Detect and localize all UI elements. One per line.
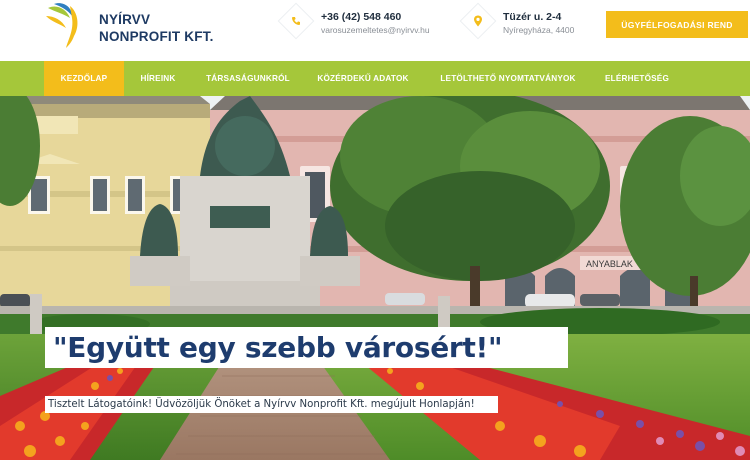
brand-name-line2: NONPROFIT KFT.: [99, 29, 214, 44]
brand-name-line1: NYÍRVV: [99, 12, 151, 27]
nav-item-home[interactable]: KEZDŐLAP: [44, 61, 124, 96]
brand-name[interactable]: NYÍRVV NONPROFIT KFT.: [99, 11, 214, 45]
address-street: Tüzér u. 2-4: [503, 11, 562, 23]
hero-subline: Tisztelt Látogatóink! Üdvözöljük Önöket …: [45, 396, 498, 413]
site-header: NYÍRVV NONPROFIT KFT. +36 (42) 548 460 v…: [0, 0, 750, 60]
nav-item-contact[interactable]: ELÉRHETŐSÉG: [597, 61, 677, 96]
email-address[interactable]: varosuzemeltetes@nyirvv.hu: [321, 25, 430, 35]
nav-item-public-data[interactable]: KÖZÉRDEKŰ ADATOK: [311, 61, 415, 96]
office-hours-button[interactable]: ÜGYFÉLFOGADÁSI REND: [606, 11, 748, 38]
nav-item-downloads[interactable]: LETÖLTHETŐ NYOMTATVÁNYOK: [428, 61, 588, 96]
phone-icon: [283, 8, 309, 34]
hero-subline-text: Tisztelt Látogatóink! Üdvözöljük Önöket …: [48, 399, 475, 410]
nyirvv-logo[interactable]: [44, 2, 86, 50]
hero-headline: "Együtt egy szebb városért!": [45, 327, 568, 368]
shop-sign: ANYABLAK: [586, 259, 633, 269]
hero-headline-text: "Együtt egy szebb városért!": [53, 331, 503, 364]
location-pin-icon: [465, 8, 491, 34]
hero-banner: ANYABLAK "Együtt egy szebb városért!" Ti…: [0, 96, 750, 460]
main-nav: KEZDŐLAP HÍREINK TÁRSASÁGUNKRÓL KÖZÉRDEK…: [0, 61, 750, 96]
nav-item-news[interactable]: HÍREINK: [130, 61, 186, 96]
phone-number[interactable]: +36 (42) 548 460: [321, 11, 401, 23]
address-city: Nyíregyháza, 4400: [503, 25, 575, 35]
nav-item-about[interactable]: TÁRSASÁGUNKRÓL: [196, 61, 300, 96]
